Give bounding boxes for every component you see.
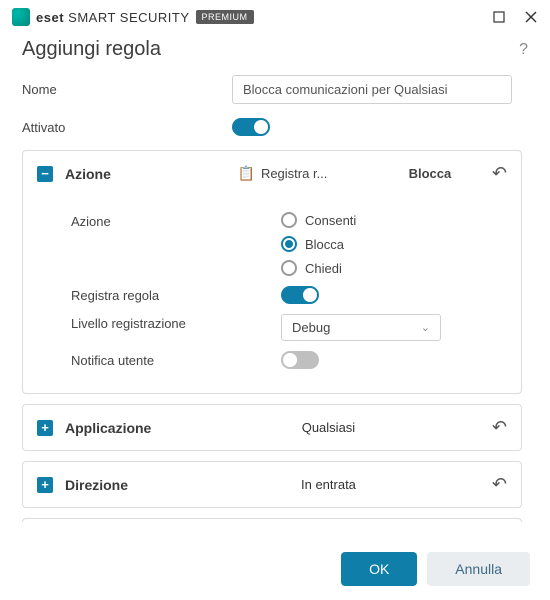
- section-action-mid: Registra r...: [261, 166, 327, 181]
- notify-label: Notifica utente: [71, 351, 281, 368]
- action-label: Azione: [71, 212, 281, 229]
- row-enabled: Attivato: [22, 118, 528, 136]
- brand: eset SMART SECURITY PREMIUM: [12, 8, 254, 26]
- section-direction-summary: In entrata: [187, 477, 470, 492]
- section-direction-title: Direzione: [65, 477, 175, 493]
- expand-icon[interactable]: +: [37, 420, 53, 436]
- expand-icon[interactable]: +: [37, 477, 53, 493]
- log-rule-toggle[interactable]: [281, 286, 319, 304]
- cancel-button[interactable]: Annulla: [427, 552, 530, 586]
- section-application-summary: Qualsiasi: [187, 420, 470, 435]
- name-input[interactable]: [232, 75, 512, 104]
- brand-logo-icon: [12, 8, 30, 26]
- brand-company: eset: [36, 10, 64, 25]
- footer: OK Annulla: [0, 538, 550, 600]
- action-radios: Consenti Blocca Chiedi: [281, 212, 356, 276]
- brand-product: SMART SECURITY: [68, 10, 189, 25]
- radio-allow[interactable]: Consenti: [281, 212, 356, 228]
- name-label: Nome: [22, 82, 232, 97]
- section-direction-header[interactable]: + Direzione In entrata ↶: [23, 462, 521, 507]
- reset-icon[interactable]: ↶: [492, 474, 507, 495]
- section-action-summary: Blocca: [390, 166, 470, 181]
- ok-button[interactable]: OK: [341, 552, 417, 586]
- radio-ask[interactable]: Chiedi: [281, 260, 356, 276]
- enabled-label: Attivato: [22, 120, 232, 135]
- brand-text: eset SMART SECURITY: [36, 10, 190, 25]
- maximize-button[interactable]: [492, 10, 506, 24]
- notify-toggle[interactable]: [281, 351, 319, 369]
- section-action-header[interactable]: − Azione 📋 Registra r... Blocca ↶: [23, 151, 521, 196]
- log-level-label: Livello registrazione: [71, 314, 281, 331]
- titlebar: eset SMART SECURITY PREMIUM: [0, 0, 550, 34]
- enabled-toggle[interactable]: [232, 118, 270, 136]
- section-application-header[interactable]: + Applicazione Qualsiasi ↶: [23, 405, 521, 450]
- brand-badge: PREMIUM: [196, 10, 254, 24]
- page-title: Aggiungi regola: [22, 38, 161, 61]
- section-protocol-header[interactable]: + IP protocol TCP e UDP ↶: [23, 519, 521, 522]
- help-icon[interactable]: ?: [519, 41, 528, 59]
- row-name: Nome: [22, 75, 528, 104]
- section-application: + Applicazione Qualsiasi ↶: [22, 404, 522, 451]
- section-direction: + Direzione In entrata ↶: [22, 461, 522, 508]
- sections-scroll[interactable]: − Azione 📋 Registra r... Blocca ↶ Azione…: [22, 150, 528, 522]
- section-action-title: Azione: [65, 166, 175, 182]
- log-rule-label: Registra regola: [71, 286, 281, 303]
- section-protocol: + IP protocol TCP e UDP ↶: [22, 518, 522, 522]
- page-header: Aggiungi regola ?: [22, 38, 528, 61]
- reset-icon[interactable]: ↶: [492, 163, 507, 184]
- close-button[interactable]: [524, 10, 538, 24]
- section-action: − Azione 📋 Registra r... Blocca ↶ Azione…: [22, 150, 522, 394]
- section-application-title: Applicazione: [65, 420, 175, 436]
- collapse-icon[interactable]: −: [37, 166, 53, 182]
- log-level-value: Debug: [292, 320, 330, 335]
- log-level-select[interactable]: Debug ⌄: [281, 314, 441, 341]
- chevron-down-icon: ⌄: [421, 321, 430, 334]
- reset-icon[interactable]: ↶: [492, 417, 507, 438]
- clipboard-icon: 📋: [238, 165, 255, 182]
- window-buttons: [492, 10, 538, 24]
- radio-block[interactable]: Blocca: [281, 236, 356, 252]
